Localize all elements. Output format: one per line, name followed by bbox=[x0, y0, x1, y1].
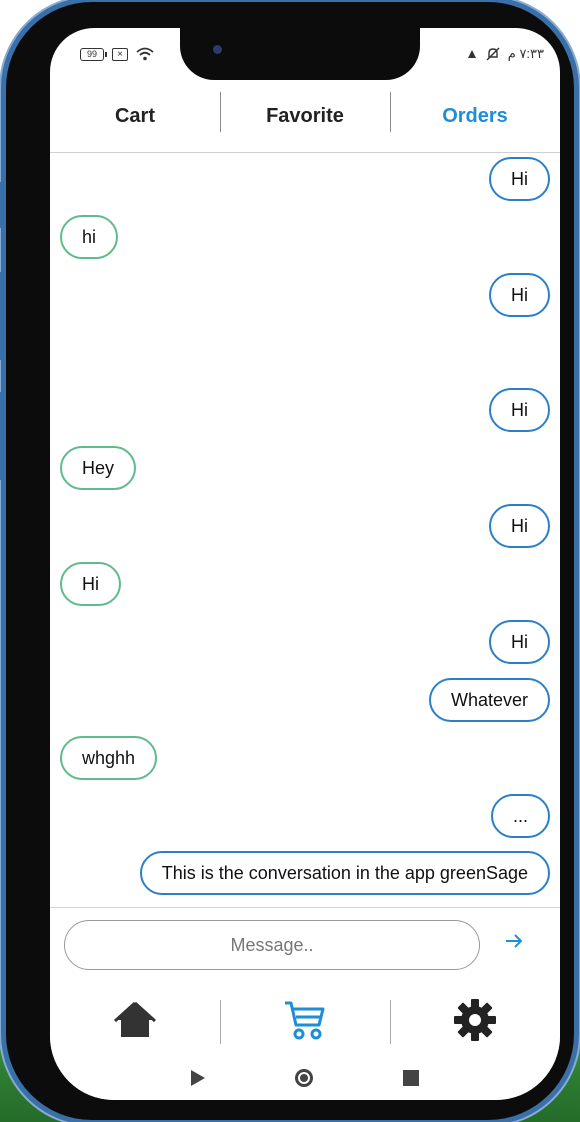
send-button[interactable] bbox=[502, 930, 526, 960]
home-icon bbox=[114, 1001, 156, 1037]
nav-cart[interactable] bbox=[220, 984, 390, 1056]
front-camera bbox=[213, 45, 222, 54]
volume-up-button bbox=[0, 272, 4, 360]
status-bar-right: ٧:٣٣ م bbox=[466, 44, 544, 64]
tab-favorite[interactable]: Favorite bbox=[220, 80, 390, 152]
home-button[interactable] bbox=[295, 1069, 313, 1087]
message-sent: Hi bbox=[489, 157, 550, 201]
signal-icon bbox=[467, 50, 476, 58]
message-sent: Hi bbox=[489, 620, 550, 664]
chat-list[interactable]: Hi hi Hi Hi Hey Hi Hi Hi Whatever whghh … bbox=[50, 153, 560, 907]
nav-home[interactable] bbox=[50, 984, 220, 1056]
message-sent: Hi bbox=[489, 504, 550, 548]
message-sent: Hi bbox=[489, 388, 550, 432]
status-bar-left: 99 × bbox=[80, 44, 154, 64]
app-screen: 99 × ٧:٣٣ م Cart Favorite Orders Hi hi H… bbox=[50, 28, 560, 1100]
volume-down-button bbox=[0, 392, 4, 480]
bottom-nav bbox=[50, 984, 560, 1056]
message-received: Hey bbox=[60, 446, 137, 490]
top-tabs: Cart Favorite Orders bbox=[50, 80, 560, 153]
mute-bell-icon bbox=[486, 47, 500, 61]
nav-settings[interactable] bbox=[390, 984, 560, 1056]
no-sim-icon: × bbox=[112, 47, 128, 61]
message-received: hi bbox=[60, 215, 119, 259]
message-sent: Hi bbox=[489, 273, 550, 317]
gear-icon bbox=[454, 999, 496, 1041]
cart-icon bbox=[285, 1001, 325, 1040]
camera-notch bbox=[180, 28, 420, 80]
back-button[interactable] bbox=[191, 1070, 205, 1086]
clock: ٧:٣٣ م bbox=[507, 46, 544, 61]
system-nav-bar bbox=[50, 1056, 560, 1100]
message-received: whghh bbox=[60, 736, 158, 780]
message-received: Hi bbox=[60, 562, 121, 606]
tab-orders[interactable]: Orders bbox=[390, 80, 560, 152]
message-sent: ... bbox=[490, 794, 550, 838]
tab-cart[interactable]: Cart bbox=[50, 80, 220, 152]
message-composer bbox=[50, 907, 560, 985]
message-sent: Whatever bbox=[428, 678, 550, 722]
wifi-icon bbox=[136, 47, 154, 61]
message-sent: This is the conversation in the app gree… bbox=[139, 851, 550, 895]
arrow-right-icon bbox=[506, 934, 523, 948]
message-input[interactable] bbox=[64, 920, 480, 970]
phone-frame: 99 × ٧:٣٣ م Cart Favorite Orders Hi hi H… bbox=[0, 2, 574, 1120]
side-button bbox=[0, 182, 4, 228]
battery-icon: 99 bbox=[80, 47, 107, 61]
recent-apps-button[interactable] bbox=[403, 1070, 419, 1086]
